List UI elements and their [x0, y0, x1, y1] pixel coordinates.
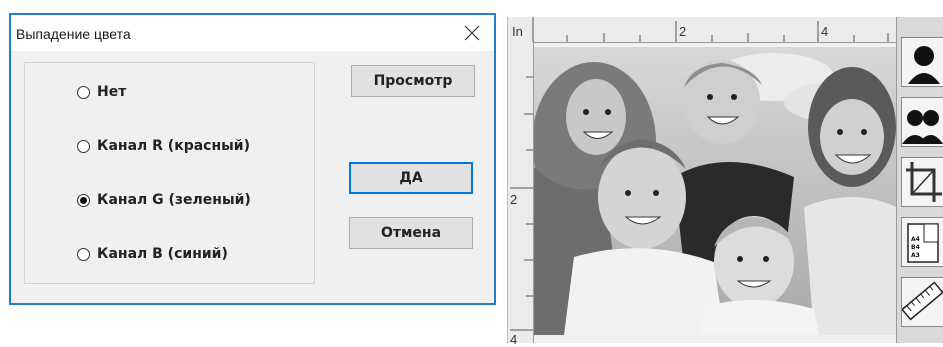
radio-label: Канал R (красный) — [97, 138, 251, 154]
scan-preview-area: In 2 4 2 4 — [507, 17, 897, 347]
radio-button[interactable] — [77, 139, 90, 153]
radio-label: Нет — [97, 84, 127, 100]
radio-button-selected[interactable] — [77, 193, 90, 207]
crop-tool-button[interactable] — [901, 157, 943, 207]
radio-option-none[interactable]: Нет — [77, 82, 126, 102]
radio-option-red[interactable]: Канал R (красный) — [77, 136, 250, 156]
paper-size-tool-button[interactable]: A4 B4 A3 — [901, 217, 943, 267]
preview-button[interactable]: Просмотр — [351, 65, 475, 97]
ruler-ticks — [510, 76, 533, 331]
radio-option-blue[interactable]: Канал B (синий) — [77, 244, 228, 264]
dialog-title: Выпадение цвета — [16, 26, 131, 42]
cancel-button[interactable]: Отмена — [349, 217, 473, 249]
paper-size-icon — [907, 223, 939, 263]
ruler-tool-button[interactable] — [901, 277, 943, 327]
radio-button[interactable] — [77, 247, 90, 261]
group-portrait-tool-button[interactable] — [901, 97, 943, 147]
radio-label: Канал G (зеленый) — [97, 192, 251, 208]
portrait-icon — [908, 46, 940, 84]
paper-size-b4: B4 — [911, 244, 920, 251]
ruler-icon — [901, 281, 943, 321]
close-button[interactable] — [450, 15, 494, 51]
radio-button[interactable] — [77, 85, 90, 99]
radio-label: Канал B (синий) — [97, 246, 228, 262]
group-portrait-icon — [902, 110, 943, 144]
radio-option-green[interactable]: Канал G (зеленый) — [77, 190, 251, 210]
ruler-vertical: 2 4 — [508, 42, 534, 347]
ruler-ticks — [532, 17, 889, 42]
crop-icon — [906, 162, 942, 202]
scanned-photo[interactable] — [534, 47, 896, 335]
paper-size-a4: A4 — [911, 236, 920, 243]
close-icon — [464, 25, 480, 41]
channel-group: Нет Канал R (красный) Канал G (зеленый) … — [24, 62, 315, 284]
paper-size-a3: A3 — [911, 252, 920, 259]
ruler-horizontal: In 2 4 — [508, 17, 897, 43]
title-bar[interactable]: Выпадение цвета — [11, 15, 494, 51]
portrait-tool-button[interactable] — [901, 37, 943, 87]
color-dropout-dialog: Выпадение цвета Нет Канал R (красный) Ка… — [9, 13, 496, 305]
tool-bar: A4 B4 A3 — [896, 17, 943, 343]
ok-button[interactable]: ДА — [349, 162, 473, 194]
